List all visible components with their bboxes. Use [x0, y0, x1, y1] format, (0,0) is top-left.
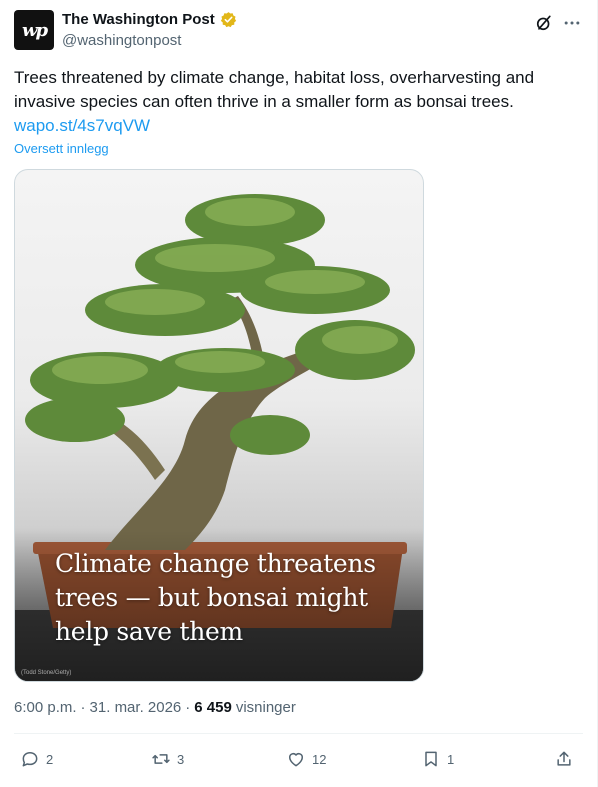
reply-button[interactable]: 2: [20, 749, 53, 769]
author-handle[interactable]: @washingtonpost: [62, 32, 181, 49]
author-name[interactable]: The Washington Post: [62, 11, 215, 28]
like-button[interactable]: 12: [286, 749, 326, 769]
share-button[interactable]: [554, 749, 574, 769]
avatar[interactable]: wp: [14, 10, 54, 50]
post-time[interactable]: 6:00 p.m.: [14, 699, 77, 716]
meta-separator: ·: [185, 699, 191, 716]
repost-icon: [152, 754, 170, 764]
share-icon: [557, 751, 571, 766]
post-date[interactable]: 31. mar. 2026: [90, 699, 182, 716]
media-card[interactable]: Climate change threatens trees — but bon…: [14, 169, 424, 682]
reply-count: 2: [46, 751, 54, 767]
heart-icon: [289, 753, 303, 767]
headline-line-3: help save them: [55, 617, 243, 646]
like-count: 12: [312, 751, 327, 767]
bookmark-button[interactable]: 1: [421, 749, 454, 769]
views-count: 6 459: [194, 699, 232, 716]
tweet: wp The Washington Post @washingtonpost T…: [0, 0, 598, 787]
more-button[interactable]: [560, 12, 584, 34]
views-label: visninger: [235, 699, 296, 716]
grok-icon: [536, 15, 551, 31]
tweet-meta: 6:00 p.m. · 31. mar. 2026 · 6 459 visnin…: [14, 699, 296, 716]
bookmark-count: 1: [447, 751, 455, 767]
meta-separator: ·: [80, 699, 86, 716]
bookmark-icon: [425, 751, 437, 767]
translate-post-link[interactable]: Oversett innlegg: [14, 141, 109, 156]
tweet-link[interactable]: wapo.st/4s7vqVW: [14, 114, 150, 138]
headline-line-1: Climate change threatens: [55, 549, 376, 578]
media-headline: Climate change threatens trees — but bon…: [55, 547, 415, 649]
verified-badge-icon: [220, 12, 236, 28]
repost-button[interactable]: 3: [151, 749, 184, 769]
divider: [14, 733, 583, 734]
author-name-row: The Washington Post: [62, 11, 237, 28]
tweet-text: Trees threatened by climate change, habi…: [14, 68, 535, 111]
reply-icon: [22, 752, 38, 767]
more-icon: [564, 21, 580, 25]
photo-credit: (Todd Stone/Getty): [21, 670, 72, 676]
repost-count: 3: [177, 751, 185, 767]
headline-line-2: trees — but bonsai might: [55, 583, 368, 612]
grok-button[interactable]: [533, 12, 555, 34]
